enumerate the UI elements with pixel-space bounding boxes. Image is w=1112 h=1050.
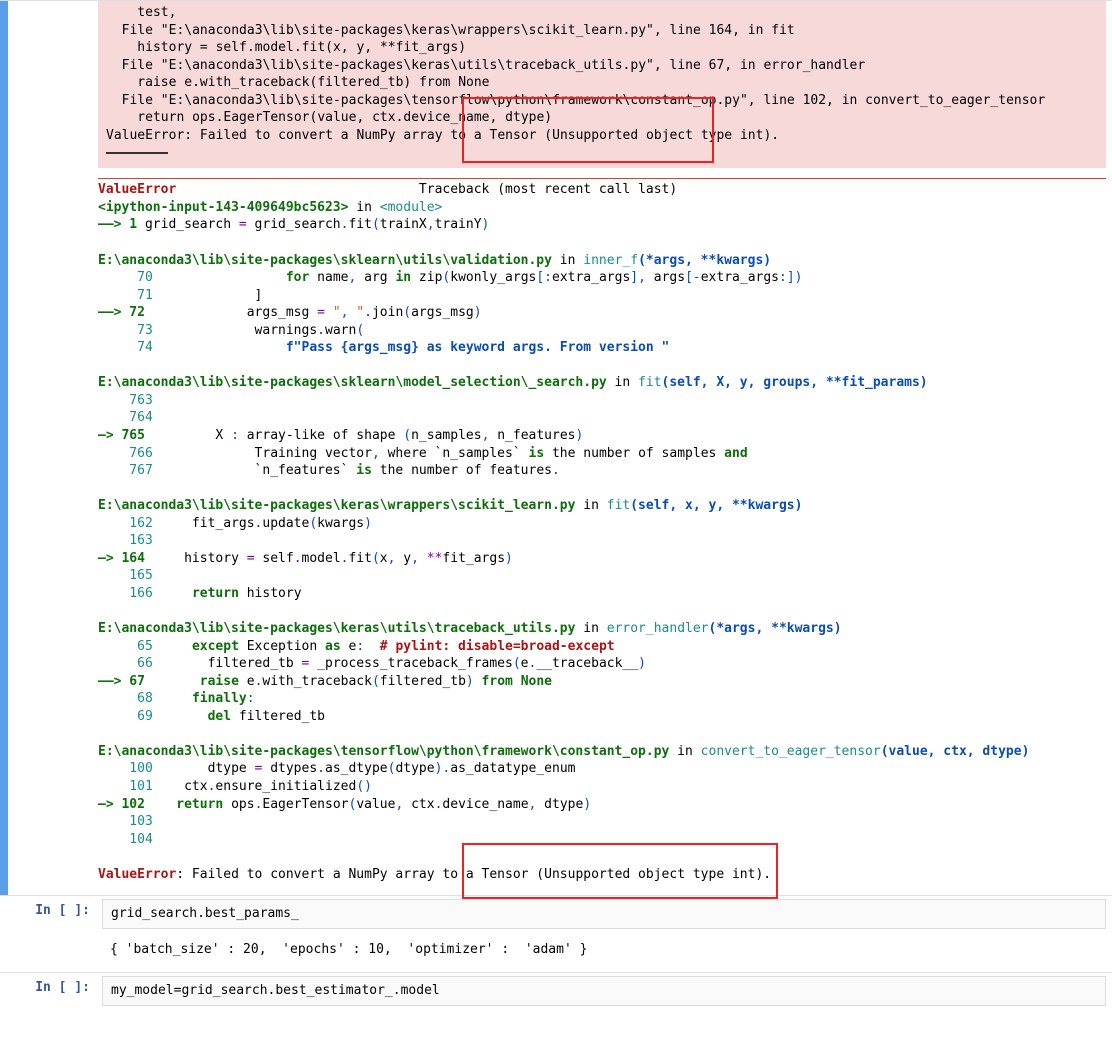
error-line: ValueError: Failed to convert a NumPy ar… bbox=[106, 127, 1098, 145]
tb-source: <ipython-input-143-409649bc5623> in <mod… bbox=[98, 199, 1106, 217]
frame3-path: E:\anaconda3\lib\site-packages\keras\wra… bbox=[98, 497, 1106, 515]
frame5-path: E:\anaconda3\lib\site-packages\tensorflo… bbox=[98, 743, 1106, 761]
cell-content: grid_search.best_params_ { 'batch_size' … bbox=[98, 896, 1112, 972]
err-name: ValueError bbox=[98, 182, 176, 197]
frame2-l765: —> 765 X : array-like of shape (n_sample… bbox=[98, 427, 1106, 445]
prompt-area bbox=[8, 1, 98, 895]
frame4-l67: ——> 67 raise e.with_traceback(filtered_t… bbox=[98, 673, 1106, 691]
tb-header: ValueError Traceback (most recent call l… bbox=[98, 181, 1106, 199]
traceback-block: ValueError Traceback (most recent call l… bbox=[98, 172, 1106, 889]
error-line: File "E:\anaconda3\lib\site-packages\ker… bbox=[106, 22, 1098, 40]
frame2-path: E:\anaconda3\lib\site-packages\sklearn\m… bbox=[98, 374, 1106, 392]
frame5-l100: 100 dtype = dtypes.as_dtype(dtype).as_da… bbox=[98, 760, 1106, 778]
code-cell[interactable]: In [ ]: my_model=grid_search.best_estima… bbox=[0, 972, 1112, 1012]
frame4-l65: 65 except Exception as e: # pylint: disa… bbox=[98, 638, 1106, 656]
error-line: File "E:\anaconda3\lib\site-packages\ker… bbox=[106, 57, 1098, 75]
frame5-l102: —> 102 return ops.EagerTensor(value, ctx… bbox=[98, 796, 1106, 814]
frame2-l766: 766 Training vector, where `n_samples` i… bbox=[98, 445, 1106, 463]
error-line: File "E:\anaconda3\lib\site-packages\ten… bbox=[106, 92, 1098, 110]
divider bbox=[98, 178, 1106, 179]
prompt: In [ ]: bbox=[8, 973, 98, 1012]
frame3-l165: 165 bbox=[98, 567, 1106, 585]
frame1-l71: 71 ] bbox=[98, 287, 1106, 305]
frame4-l68: 68 finally: bbox=[98, 690, 1106, 708]
code-cell[interactable]: In [ ]: grid_search.best_params_ { 'batc… bbox=[0, 895, 1112, 972]
underline bbox=[106, 152, 168, 154]
frame5-l101: 101 ctx.ensure_initialized() bbox=[98, 778, 1106, 796]
frame4-path: E:\anaconda3\lib\site-packages\keras\uti… bbox=[98, 620, 1106, 638]
frame4-l69: 69 del filtered_tb bbox=[98, 708, 1106, 726]
frame1-l72: ——> 72 args_msg = ", ".join(args_msg) bbox=[98, 304, 1106, 322]
frame5-l104: 104 bbox=[98, 831, 1106, 849]
cell-active-bar bbox=[0, 1, 8, 895]
frame3-l164: —> 164 history = self.model.fit(x, y, **… bbox=[98, 550, 1106, 568]
output-text: { 'batch_size' : 20, 'epochs' : 10, 'opt… bbox=[110, 941, 1098, 959]
frame4-l66: 66 filtered_tb = _process_traceback_fram… bbox=[98, 655, 1106, 673]
stderr-block: test, File "E:\anaconda3\lib\site-packag… bbox=[98, 1, 1106, 168]
error-line: history = self.model.fit(x, y, **fit_arg… bbox=[106, 39, 1098, 57]
src-in: in bbox=[348, 200, 379, 215]
prompt: In [ ]: bbox=[8, 896, 98, 972]
error-line: raise e.with_traceback(filtered_tb) from… bbox=[106, 74, 1098, 92]
code-text: grid_search.best_params_ bbox=[111, 905, 1097, 923]
output-content: test, File "E:\anaconda3\lib\site-packag… bbox=[98, 1, 1112, 895]
frame0: ——> 1 grid_search = grid_search.fit(trai… bbox=[98, 216, 1106, 234]
code-text: my_model=grid_search.best_estimator_.mod… bbox=[111, 982, 1097, 1000]
frame5-l103: 103 bbox=[98, 813, 1106, 831]
src-mod: <module> bbox=[380, 200, 443, 215]
error-line: return ops.EagerTensor(value, ctx.device… bbox=[106, 109, 1098, 127]
tb-label: Traceback (most recent call last) bbox=[419, 182, 677, 197]
frame1-path: E:\anaconda3\lib\site-packages\sklearn\u… bbox=[98, 252, 1106, 270]
arrow: ——> 1 bbox=[98, 217, 145, 232]
final-error: ValueError: Failed to convert a NumPy ar… bbox=[98, 866, 1106, 884]
frame3-l163: 163 bbox=[98, 532, 1106, 550]
output-cell-error: test, File "E:\anaconda3\lib\site-packag… bbox=[0, 0, 1112, 895]
cell-bar bbox=[0, 896, 8, 972]
frame1-l73: 73 warnings.warn( bbox=[98, 322, 1106, 340]
frame2-l763: 763 bbox=[98, 392, 1106, 410]
frame2-l764: 764 bbox=[98, 409, 1106, 427]
frame1-l70: 70 for name, arg in zip(kwonly_args[:ext… bbox=[98, 269, 1106, 287]
cell-bar bbox=[0, 973, 8, 1012]
error-line: test, bbox=[106, 4, 1098, 22]
cell-content: my_model=grid_search.best_estimator_.mod… bbox=[98, 973, 1112, 1012]
code-input[interactable]: my_model=grid_search.best_estimator_.mod… bbox=[102, 976, 1106, 1006]
frame3-l166: 166 return history bbox=[98, 585, 1106, 603]
cell-output: { 'batch_size' : 20, 'epochs' : 10, 'opt… bbox=[102, 929, 1106, 967]
frame1-l74: 74 f"Pass {args_msg} as keyword args. Fr… bbox=[98, 339, 1106, 357]
frame3-l162: 162 fit_args.update(kwargs) bbox=[98, 515, 1106, 533]
frame2-l767: 767 `n_features` is the number of featur… bbox=[98, 462, 1106, 480]
code-input[interactable]: grid_search.best_params_ bbox=[102, 899, 1106, 929]
src: <ipython-input-143-409649bc5623> bbox=[98, 200, 348, 215]
